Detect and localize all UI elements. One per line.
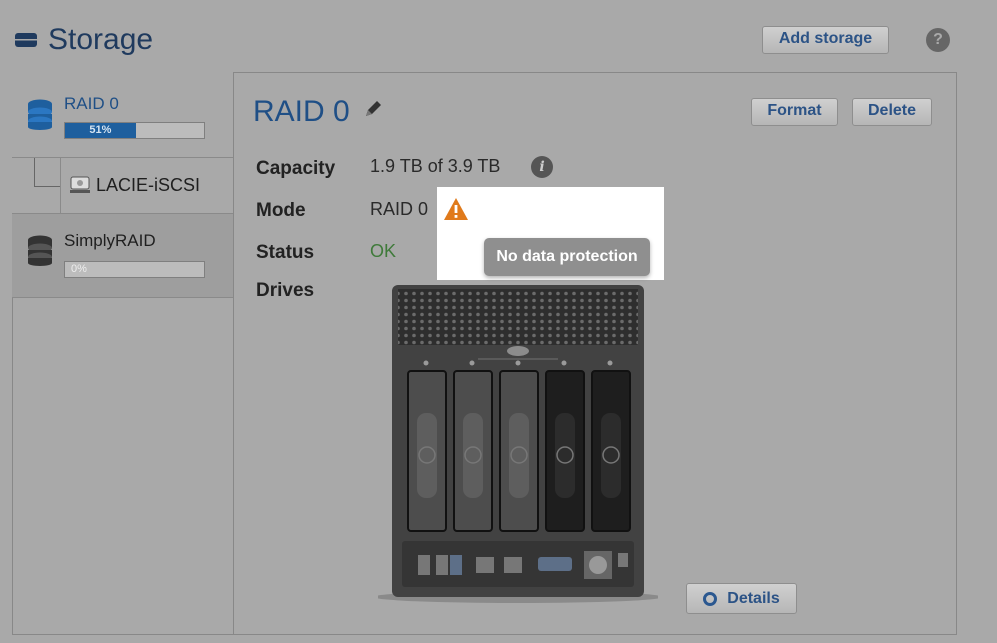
usage-percent: 0% [71,263,87,275]
bay-led [607,360,613,366]
tree-line [34,158,35,186]
info-icon[interactable]: i [531,156,553,178]
details-button[interactable]: Details [686,583,797,614]
pencil-icon[interactable] [362,98,384,120]
bay-handle [555,413,575,498]
tree-line [34,186,60,187]
status-value: OK [370,241,397,261]
volume-title: RAID 0 [253,95,350,128]
warning-icon[interactable] [443,197,469,221]
details-label: Details [727,590,780,607]
page-title: Storage [48,23,154,56]
usage-bar: 51% [64,122,205,139]
sidebar-item-raid0[interactable]: RAID 0 51% [12,72,233,158]
capacity-label: Capacity [256,158,336,179]
tooltip: No data protection [484,238,650,276]
sidebar: RAID 0 51% LACIE-iSCSI SimplyRAID 0% [12,72,234,635]
nas-device-image [378,285,658,603]
sidebar-item-label: LACIE-iSCSI [96,175,201,195]
bay-handle [509,413,529,498]
usage-percent: 51% [89,124,112,136]
sidebar-item-simplyraid[interactable]: SimplyRAID 0% [12,214,233,298]
bay-handle [463,413,483,498]
bay-led [423,360,429,366]
bay-handle [601,413,621,498]
sidebar-item-label: RAID 0 [64,94,119,113]
help-icon[interactable]: ? [926,28,950,52]
sidebar-item-label: SimplyRAID [64,231,156,250]
bay-handle [417,413,437,498]
bay-led [515,360,521,366]
mode-label: Mode [256,200,306,221]
bay-led [469,360,475,366]
status-label: Status [256,242,315,263]
add-storage-button[interactable]: Add storage [762,26,889,54]
drive-icon [70,176,90,193]
divider [60,158,61,214]
magnifier-icon [703,591,718,606]
usage-bar: 0% [64,261,205,278]
disk-stack-icon [28,99,52,130]
sidebar-item-lacie-iscsi[interactable]: LACIE-iSCSI [12,158,233,214]
drives-label: Drives [256,280,315,301]
disk-stack-icon [28,235,52,266]
delete-button[interactable]: Delete [852,98,932,126]
bay-led [561,360,567,366]
mode-value: RAID 0 [370,199,429,219]
capacity-value: 1.9 TB of 3.9 TB [370,156,501,176]
format-button[interactable]: Format [751,98,838,126]
storage-drive-icon [15,33,37,47]
